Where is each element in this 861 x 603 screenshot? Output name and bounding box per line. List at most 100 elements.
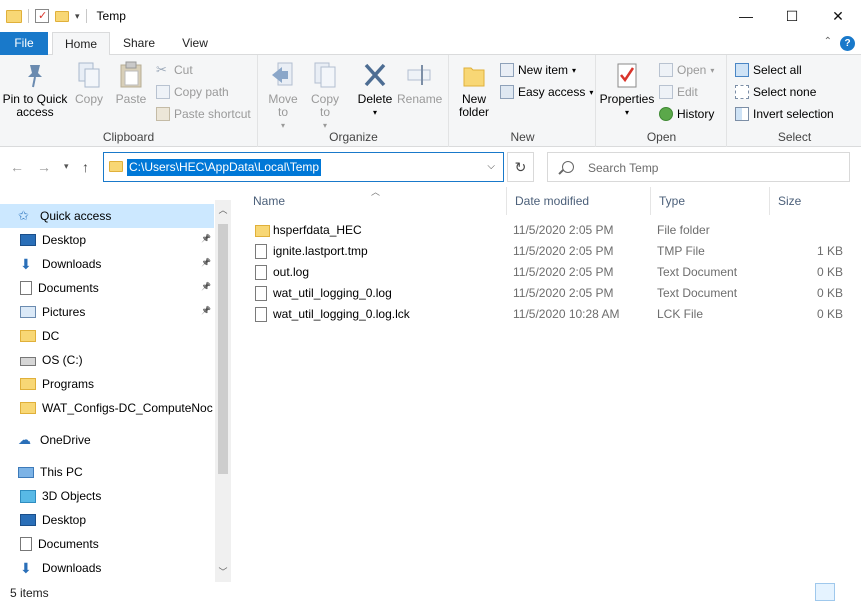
tab-share[interactable]: Share bbox=[114, 32, 164, 55]
history-button[interactable]: History bbox=[659, 104, 714, 124]
copy-to-button[interactable]: Copy to ▾ bbox=[305, 61, 345, 132]
new-folder-icon bbox=[461, 61, 487, 89]
tab-home[interactable]: Home bbox=[52, 32, 110, 56]
title-bar: ✓ ▾ Temp — ☐ ✕ bbox=[0, 0, 861, 32]
sidebar-item[interactable]: This PC bbox=[0, 460, 214, 484]
pin-to-quick-access-button[interactable]: Pin to Quick access bbox=[2, 61, 68, 119]
new-item-chevron-icon: ▾ bbox=[572, 65, 577, 75]
cut-button[interactable]: ✂ Cut bbox=[156, 60, 193, 80]
easy-access-button[interactable]: Easy access ▾ bbox=[500, 82, 593, 102]
open-button[interactable]: Open ▾ bbox=[659, 60, 714, 80]
new-folder-qat-icon[interactable] bbox=[55, 10, 69, 22]
sidebar-item[interactable]: OS (C:) bbox=[0, 348, 214, 372]
move-to-button[interactable]: Move to ▾ bbox=[263, 61, 303, 132]
new-item-button[interactable]: New item ▾ bbox=[500, 60, 576, 80]
minimize-button[interactable]: — bbox=[723, 0, 769, 32]
pinned-icon: 📌 bbox=[201, 258, 211, 267]
sidebar-item[interactable]: Desktop 📌 bbox=[0, 228, 214, 252]
new-folder-button[interactable]: New folder bbox=[454, 61, 494, 119]
sidebar-item[interactable]: ⬇ Downloads bbox=[0, 556, 214, 580]
sidebar-item[interactable]: Desktop bbox=[0, 508, 214, 532]
file-name: wat_util_logging_0.log bbox=[273, 286, 392, 300]
sidebar-item[interactable]: Pictures 📌 bbox=[0, 300, 214, 324]
sidebar-item[interactable]: Programs bbox=[0, 372, 214, 396]
file-type: Text Document bbox=[657, 286, 738, 300]
customize-qat-chevron-icon[interactable]: ▾ bbox=[75, 11, 80, 22]
sidebar-item[interactable]: Documents 📌 bbox=[0, 276, 214, 300]
column-header-name[interactable]: Name bbox=[245, 187, 507, 215]
column-header-date[interactable]: Date modified bbox=[507, 187, 651, 215]
file-row[interactable]: ignite.lastport.tmp 11/5/2020 2:05 PM TMP … bbox=[245, 241, 861, 262]
ribbon-right-controls: ⌃ ? bbox=[824, 36, 855, 51]
rename-button[interactable]: Rename bbox=[397, 61, 442, 106]
help-icon[interactable]: ? bbox=[840, 36, 855, 51]
forward-arrow-icon[interactable]: → bbox=[37, 159, 51, 175]
select-all-button[interactable]: Select all bbox=[735, 60, 802, 80]
expand-ribbon-chevron-icon[interactable]: ⌃ bbox=[824, 36, 832, 51]
close-button[interactable]: ✕ bbox=[815, 0, 861, 32]
open-label: Open bbox=[677, 63, 707, 77]
recent-locations-chevron-icon[interactable]: ▾ bbox=[64, 161, 69, 172]
sidebar-item[interactable]: ✩ Quick access bbox=[0, 204, 214, 228]
paste-button[interactable]: Paste bbox=[112, 61, 150, 106]
column-header-size[interactable]: Size bbox=[770, 187, 850, 215]
download-arrow-icon: ⬇ bbox=[20, 256, 32, 272]
address-bar[interactable]: C:\Users\HEC\AppData\Local\Temp ⌵ bbox=[103, 152, 504, 182]
delete-button[interactable]: Delete ▾ bbox=[355, 61, 395, 119]
column-headers: Name Date modified Type Size bbox=[245, 187, 861, 215]
large-icons-view-icon[interactable] bbox=[837, 583, 857, 601]
file-row[interactable]: wat_util_logging_0.log.lck 11/5/2020 10:2… bbox=[245, 304, 861, 325]
cube-icon bbox=[20, 489, 36, 503]
copy-button[interactable]: Copy bbox=[70, 61, 108, 106]
open-group-label: Open bbox=[646, 130, 677, 144]
invert-selection-button[interactable]: Invert selection bbox=[735, 104, 834, 124]
refresh-button[interactable]: ↻ bbox=[507, 152, 534, 182]
sidebar-item[interactable]: ⬇ Downloads 📌 bbox=[0, 252, 214, 276]
file-date-modified: 11/5/2020 2:05 PM bbox=[513, 244, 614, 258]
edit-button[interactable]: Edit bbox=[659, 82, 698, 102]
copy-path-button[interactable]: Copy path bbox=[156, 82, 229, 102]
properties-check-icon[interactable]: ✓ bbox=[35, 9, 49, 23]
documents-icon bbox=[20, 281, 32, 295]
select-none-button[interactable]: Select none bbox=[735, 82, 816, 102]
properties-button[interactable]: Properties ▾ bbox=[599, 61, 655, 119]
navigation-pane-scrollbar[interactable]: ︿ ﹀ bbox=[215, 200, 231, 582]
file-row[interactable]: hsperfdata_HEC 11/5/2020 2:05 PM File fold… bbox=[245, 220, 861, 241]
search-input[interactable]: Search Temp bbox=[547, 152, 850, 182]
up-arrow-icon[interactable]: ↑ bbox=[82, 159, 89, 175]
file-type: Text Document bbox=[657, 265, 738, 279]
file-type: TMP File bbox=[657, 244, 705, 258]
drive-icon bbox=[20, 357, 36, 366]
sidebar-item[interactable]: 3D Objects bbox=[0, 484, 214, 508]
window-title: Temp bbox=[96, 9, 126, 23]
file-row[interactable]: out.log 11/5/2020 2:05 PM Text Document 0 K… bbox=[245, 262, 861, 283]
column-header-type[interactable]: Type bbox=[651, 187, 770, 215]
copy-path-icon bbox=[156, 85, 170, 99]
sidebar-item[interactable]: Documents bbox=[0, 532, 214, 556]
scroll-down-arrow-icon[interactable]: ﹀ bbox=[215, 565, 231, 578]
sidebar-item[interactable]: ☁ OneDrive bbox=[0, 428, 214, 452]
address-path[interactable]: C:\Users\HEC\AppData\Local\Temp bbox=[127, 159, 322, 176]
sidebar-item[interactable]: WAT_Configs-DC_ComputeNoc bbox=[0, 396, 214, 420]
file-date-modified: 11/5/2020 10:28 AM bbox=[513, 307, 620, 321]
copy-icon bbox=[76, 61, 102, 89]
back-arrow-icon[interactable]: ← bbox=[10, 159, 24, 175]
folder-icon bbox=[20, 378, 36, 390]
paste-shortcut-button[interactable]: Paste shortcut bbox=[156, 104, 251, 124]
tab-file[interactable]: File bbox=[0, 32, 48, 55]
tab-view[interactable]: View bbox=[170, 32, 220, 55]
scroll-up-arrow-icon[interactable]: ︿ bbox=[215, 203, 231, 216]
file-size: 0 KB bbox=[816, 286, 843, 300]
search-placeholder: Search Temp bbox=[588, 161, 659, 175]
sidebar-item[interactable]: DC bbox=[0, 324, 214, 348]
details-view-icon[interactable] bbox=[815, 583, 835, 601]
new-item-label: New item bbox=[518, 63, 569, 77]
documents-icon bbox=[20, 537, 32, 551]
maximize-button[interactable]: ☐ bbox=[769, 0, 815, 32]
file-row[interactable]: wat_util_logging_0.log 11/5/2020 2:05 PM T… bbox=[245, 283, 861, 304]
address-history-chevron-icon[interactable]: ⌵ bbox=[487, 161, 495, 172]
copy-to-label: Copy to bbox=[310, 92, 339, 119]
scissors-icon: ✂ bbox=[156, 62, 167, 77]
toolbar-divider bbox=[28, 9, 29, 23]
scrollbar-thumb[interactable] bbox=[218, 224, 228, 474]
